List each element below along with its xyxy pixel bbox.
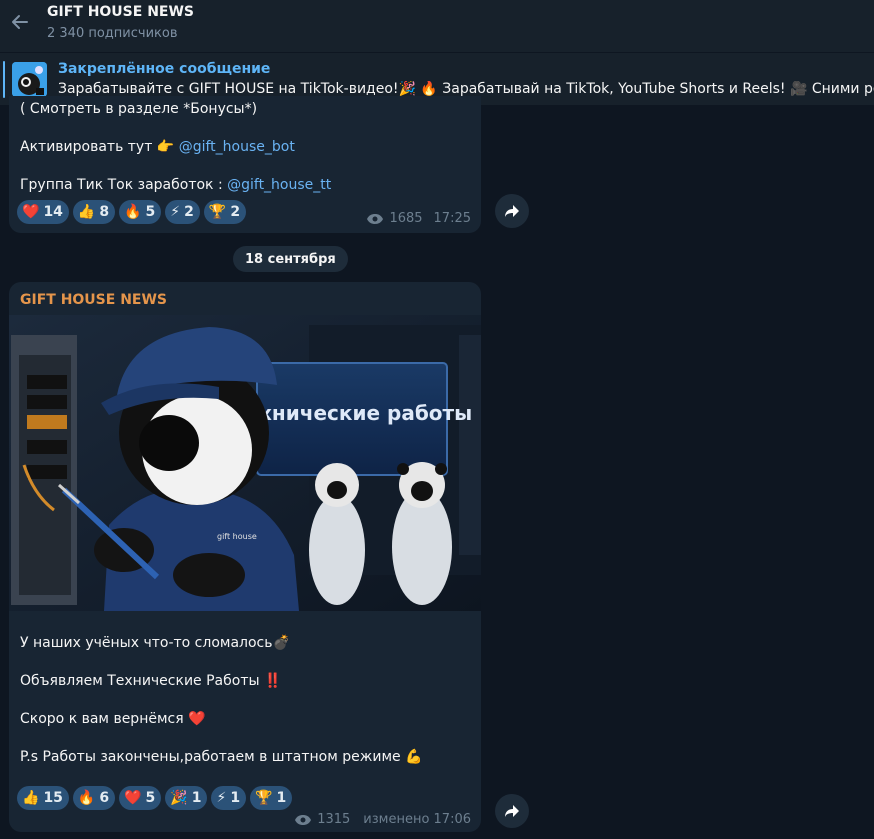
reaction-heart[interactable]: ❤️ 14 (17, 200, 69, 224)
reaction-trophy[interactable]: 🏆 1 (250, 786, 293, 810)
reaction-lightning[interactable]: ⚡ 2 (165, 200, 200, 224)
reaction-count: 6 (99, 790, 110, 806)
reaction-count: 8 (99, 204, 110, 220)
message-sender[interactable]: GIFT HOUSE NEWS (20, 292, 167, 308)
thumbs-up-icon: 👍 (22, 790, 40, 806)
pinned-title: Закреплённое сообщение (58, 61, 271, 77)
back-arrow-icon[interactable] (8, 10, 32, 34)
pinned-thumbnail (12, 62, 47, 97)
message-time: 17:25 (433, 211, 471, 226)
reaction-count: 5 (145, 790, 156, 806)
reaction-lightning[interactable]: ⚡ 1 (211, 786, 247, 810)
view-count: 1685 (389, 211, 423, 226)
message-text-line: Объявляем Технические Работы ‼️ (20, 673, 282, 689)
message-text-line: У наших учёных что-то сломалось💣 (20, 635, 290, 651)
trophy-icon: 🏆 (255, 790, 273, 806)
reaction-trophy[interactable]: 🏆 2 (203, 200, 247, 224)
message-bubble: GIFT HOUSE NEWS Технические работы gift … (9, 282, 481, 832)
reaction-count: 1 (230, 790, 241, 806)
edited-time: изменено 17:06 (363, 812, 471, 827)
fire-icon: 🔥 (124, 204, 142, 220)
reaction-count: 1 (191, 790, 202, 806)
pinned-indicator (3, 61, 5, 98)
reaction-fire[interactable]: 🔥 5 (119, 200, 162, 224)
party-popper-icon: 🎉 (170, 790, 188, 806)
bot-link[interactable]: @gift_house_bot (179, 139, 295, 155)
view-count: 1315 (317, 812, 351, 827)
eye-icon (295, 814, 312, 825)
pinned-text: Зарабатывайте с GIFT HOUSE на TikTok-вид… (58, 81, 874, 97)
group-link[interactable]: @gift_house_tt (227, 177, 331, 193)
chat-header: GIFT HOUSE NEWS 2 340 подписчиков (0, 0, 874, 52)
reaction-count: 15 (43, 790, 63, 806)
date-separator: 18 сентября (233, 246, 348, 272)
message-text-line: Скоро к вам вернёмся ❤️ (20, 711, 206, 727)
message-text-line: Активировать тут 👉 @gift_house_bot (20, 139, 295, 155)
message-meta: 1315 изменено 17:06 (294, 812, 471, 827)
channel-title[interactable]: GIFT HOUSE NEWS (47, 4, 194, 20)
photo-shirt-text: gift house (217, 532, 257, 541)
trophy-icon: 🏆 (208, 204, 227, 220)
reaction-count: 2 (184, 204, 194, 220)
share-icon (505, 205, 519, 217)
subscriber-count: 2 340 подписчиков (47, 26, 178, 41)
reaction-fire[interactable]: 🔥 6 (72, 786, 116, 810)
eye-icon (367, 213, 384, 224)
fire-icon: 🔥 (77, 790, 96, 806)
message-text-line: Группа Тик Ток заработок : @gift_house_t… (20, 177, 331, 193)
share-icon (505, 805, 519, 817)
reaction-count: 5 (145, 204, 156, 220)
reaction-thumbs-up[interactable]: 👍 15 (17, 786, 69, 810)
reaction-party[interactable]: 🎉 1 (165, 786, 208, 810)
message-text-line: P.s Работы закончены,работаем в штатном … (20, 749, 423, 765)
reaction-count: 14 (43, 204, 63, 220)
message-bubble: ( Смотреть в разделе *Бонусы*) Активиров… (9, 96, 481, 233)
reactions-row: 👍 15 🔥 6 ❤️ 5 🎉 1 ⚡ 1 🏆 1 (17, 786, 293, 810)
reaction-count: 2 (230, 204, 241, 220)
reaction-count: 1 (276, 790, 287, 806)
heart-icon: ❤️ (22, 204, 40, 220)
activate-text: Активировать тут 👉 (20, 139, 179, 155)
heart-icon: ❤️ (124, 790, 142, 806)
reactions-row: ❤️ 14 👍 8 🔥 5 ⚡ 2 🏆 2 (17, 200, 247, 224)
thumbs-up-icon: 👍 (77, 204, 96, 220)
reaction-thumbs-up[interactable]: 👍 8 (72, 200, 116, 224)
group-text: Группа Тик Ток заработок : (20, 177, 228, 193)
message-text-line: ( Смотреть в разделе *Бонусы*) (20, 101, 258, 117)
share-button[interactable] (495, 794, 529, 828)
message-meta: 1685 17:25 (366, 211, 471, 226)
reaction-heart[interactable]: ❤️ 5 (119, 786, 162, 810)
lightning-icon: ⚡ (216, 790, 227, 806)
share-button[interactable] (495, 194, 529, 228)
message-photo[interactable]: Технические работы gift house (9, 315, 481, 611)
lightning-icon: ⚡ (170, 204, 181, 220)
